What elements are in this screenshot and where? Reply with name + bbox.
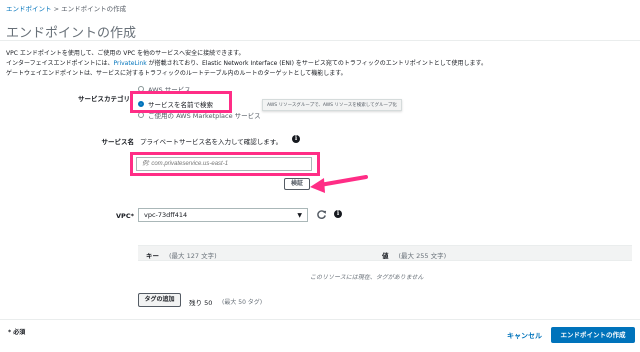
key-header-label: キー: [146, 252, 159, 260]
tags-remaining: 残り 50: [189, 299, 213, 307]
cancel-button[interactable]: キャンセル: [507, 331, 542, 341]
breadcrumb-endpoints-link[interactable]: エンドポイント: [6, 5, 52, 13]
footer-divider: [0, 319, 640, 320]
add-tag-button[interactable]: タグの追加: [138, 293, 181, 307]
highlight-box-service-category: [130, 91, 232, 113]
description-line-2: インターフェイスエンドポイントには、PrivateLink が搭載されており、E…: [6, 58, 487, 67]
info-icon[interactable]: i: [292, 135, 300, 143]
value-header-label: 値: [382, 252, 389, 260]
service-name-label: サービス名: [101, 138, 135, 146]
service-name-input[interactable]: [136, 157, 312, 171]
vpc-select[interactable]: vpc-73dff414 ▼: [138, 208, 308, 222]
key-header-hint: (最大 127 文字): [169, 252, 217, 260]
tags-max-note: (最大 50 タグ): [222, 299, 263, 306]
breadcrumb-separator: >: [51, 5, 62, 13]
tags-empty-message: このリソースには現在、タグがありません: [310, 274, 424, 281]
description-line-3: ゲートウェイエンドポイントは、サービスに対するトラフィックのルートテーブル内のル…: [6, 70, 347, 77]
refresh-icon[interactable]: [316, 209, 327, 220]
breadcrumb-current: エンドポイントの作成: [61, 5, 127, 13]
page-title: エンドポイントの作成: [6, 26, 137, 41]
create-endpoint-button[interactable]: エンドポイントの作成: [551, 327, 635, 343]
vpc-select-value: vpc-73dff414: [144, 211, 188, 219]
tooltip: AWS リソースグループで、AWS リソースを検索してグループ化: [262, 99, 402, 111]
required-note: * 必須: [8, 329, 26, 336]
header-divider: [0, 40, 640, 41]
key-column-header: キー (最大 127 文字): [146, 250, 217, 260]
service-name-hint: プライベートサービス名を入力して確認します。: [140, 138, 283, 146]
privatelink-link[interactable]: PrivateLink: [113, 60, 146, 67]
vpc-label: VPC*: [116, 212, 134, 220]
breadcrumb: エンドポイント > エンドポイントの作成: [6, 3, 126, 13]
annotation-arrow: [310, 175, 368, 193]
value-header-hint: (最大 255 文字): [398, 252, 447, 260]
description-line-1: VPC エンドポイントを使用して、ご使用の VPC を他のサービスへ安全に接続で…: [6, 50, 245, 57]
info-icon[interactable]: i: [334, 210, 342, 218]
description-line-2-post: が搭載されており、Elastic Network Interface (ENI)…: [146, 60, 487, 67]
description-line-2-pre: インターフェイスエンドポイントには、: [6, 60, 114, 67]
tags-table-header: キー (最大 127 文字) 値 (最大 255 文字): [138, 245, 632, 261]
chevron-down-icon: ▼: [297, 212, 302, 219]
value-column-header: 値 (最大 255 文字): [382, 250, 446, 260]
